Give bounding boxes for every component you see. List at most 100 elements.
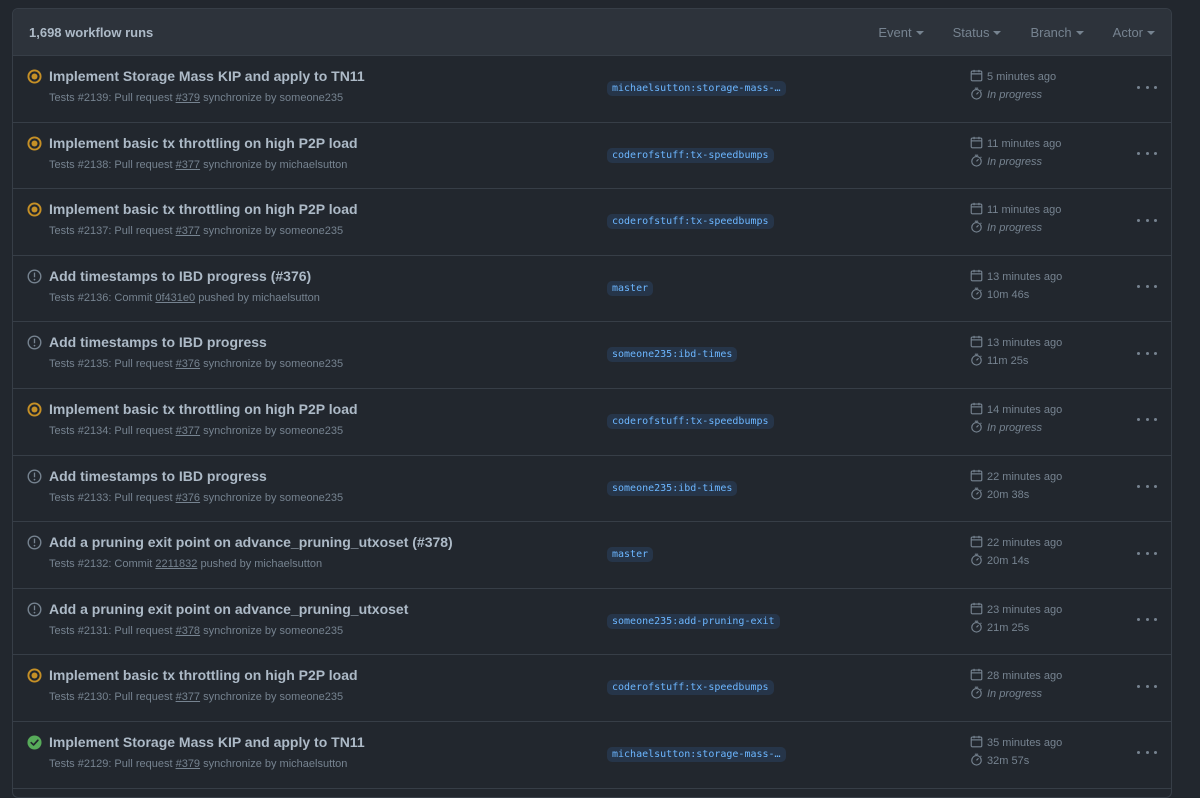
branch-label[interactable]: someone235:add-pruning-exit bbox=[607, 613, 780, 629]
run-duration: 20m 14s bbox=[987, 555, 1030, 568]
run-ref-link[interactable]: #377 bbox=[176, 425, 200, 437]
more-options-icon[interactable] bbox=[1137, 346, 1157, 360]
in-progress-icon bbox=[27, 136, 42, 151]
run-title[interactable]: Implement basic tx throttling on high P2… bbox=[49, 667, 358, 683]
alert-circle-icon bbox=[27, 602, 42, 617]
run-subline: Tests #2129: Pull request #379 synchroni… bbox=[49, 758, 347, 770]
run-duration: 21m 25s bbox=[987, 621, 1030, 634]
run-row[interactable]: Add timestamps to IBD progress Tests #213… bbox=[13, 322, 1171, 389]
run-title[interactable]: Add timestamps to IBD progress bbox=[49, 468, 267, 484]
more-options-icon[interactable] bbox=[1137, 280, 1157, 294]
stopwatch-icon bbox=[970, 620, 987, 636]
run-prefix: Tests #2132: Commit bbox=[49, 558, 156, 571]
run-suffix: synchronize by someone235 bbox=[200, 691, 344, 704]
run-prefix: Tests #2136: Commit bbox=[49, 291, 156, 304]
branch-label[interactable]: someone235:ibd-times bbox=[607, 480, 738, 496]
more-options-icon[interactable] bbox=[1137, 413, 1157, 427]
more-options-icon[interactable] bbox=[1137, 147, 1157, 161]
branch-label[interactable]: michaelsutton:storage-mass-… bbox=[607, 81, 786, 96]
branch-label[interactable]: coderofstuff:tx-speedbumps bbox=[607, 214, 774, 230]
run-title[interactable]: Add a pruning exit point on advance_prun… bbox=[49, 534, 453, 550]
more-options-icon[interactable] bbox=[1137, 546, 1157, 560]
run-row[interactable]: Add timestamps to IBD progress (#376) Tes… bbox=[13, 256, 1171, 323]
more-options-icon[interactable] bbox=[1137, 480, 1157, 494]
run-ref-link[interactable]: #377 bbox=[176, 691, 200, 703]
run-prefix: Tests #2139: Pull request bbox=[49, 92, 176, 104]
run-title[interactable]: Implement basic tx throttling on high P2… bbox=[49, 201, 358, 217]
run-title[interactable]: Implement basic tx throttling on high P2… bbox=[49, 135, 358, 151]
filter-branch[interactable]: Branch bbox=[1030, 25, 1084, 40]
run-title[interactable]: Add timestamps to IBD progress (#376) bbox=[49, 268, 311, 284]
filter-status[interactable]: Status bbox=[953, 25, 1002, 40]
branch-label[interactable]: someone235:ibd-times bbox=[607, 347, 738, 363]
run-row[interactable]: Implement basic tx throttling on high P2… bbox=[13, 123, 1171, 190]
more-options-icon[interactable] bbox=[1137, 80, 1157, 94]
run-row[interactable]: Implement basic tx throttling on high P2… bbox=[13, 189, 1171, 256]
run-ref-link[interactable]: #377 bbox=[176, 225, 200, 237]
run-title[interactable]: Add timestamps to IBD progress bbox=[49, 334, 267, 350]
branch-label[interactable]: master bbox=[607, 547, 654, 563]
run-time: 11 minutes ago bbox=[987, 137, 1062, 150]
run-time: 13 minutes ago bbox=[987, 337, 1063, 350]
run-row[interactable]: Add a pruning exit point on advance_prun… bbox=[13, 589, 1171, 656]
run-title[interactable]: Implement basic tx throttling on high P2… bbox=[49, 401, 358, 417]
run-subline: Tests #2136: Commit 0f431e0 pushed by mi… bbox=[49, 292, 320, 304]
filter-actor[interactable]: Actor bbox=[1113, 25, 1155, 40]
run-row[interactable]: Implement basic tx throttling on high P2… bbox=[13, 655, 1171, 722]
branch-label[interactable]: michaelsutton:storage-mass-… bbox=[607, 746, 786, 762]
run-suffix: synchronize by someone235 bbox=[200, 92, 344, 104]
run-time: 13 minutes ago bbox=[987, 270, 1063, 283]
run-ref-link[interactable]: #379 bbox=[176, 758, 200, 770]
filter-event[interactable]: Event bbox=[878, 25, 924, 40]
run-ref-link[interactable]: 0f431e0 bbox=[155, 292, 195, 304]
more-options-icon[interactable] bbox=[1137, 679, 1157, 693]
caret-down-icon bbox=[1075, 30, 1084, 35]
run-time: 28 minutes ago bbox=[987, 670, 1063, 683]
more-options-icon[interactable] bbox=[1137, 213, 1157, 227]
run-meta: 23 minutes ago 21m 25s bbox=[970, 601, 1062, 637]
run-ref-link[interactable]: #378 bbox=[176, 625, 200, 637]
branch-label[interactable]: coderofstuff:tx-speedbumps bbox=[607, 680, 774, 696]
more-options-icon[interactable] bbox=[1137, 746, 1157, 760]
run-suffix: synchronize by someone235 bbox=[200, 624, 344, 637]
more-options-icon[interactable] bbox=[1137, 613, 1157, 627]
branch-label[interactable]: master bbox=[607, 280, 654, 296]
run-ref-link[interactable]: #379 bbox=[176, 92, 200, 104]
run-prefix: Tests #2129: Pull request bbox=[49, 757, 176, 770]
run-ref-link[interactable]: #376 bbox=[176, 358, 200, 370]
run-subline: Tests #2131: Pull request #378 synchroni… bbox=[49, 625, 343, 637]
run-row[interactable]: Implement basic tx throttling on high P2… bbox=[13, 389, 1171, 456]
calendar-icon bbox=[970, 202, 987, 218]
runs-header: 1,698 workflow runs Event Status Branch … bbox=[13, 9, 1171, 56]
run-suffix: synchronize by michaelsutton bbox=[200, 757, 348, 770]
stopwatch-icon bbox=[970, 753, 987, 769]
branch-label[interactable]: coderofstuff:tx-speedbumps bbox=[607, 413, 774, 429]
run-subline: Tests #2138: Pull request #377 synchroni… bbox=[49, 159, 347, 171]
run-title[interactable]: Implement Storage Mass KIP and apply to … bbox=[49, 734, 365, 750]
run-row[interactable]: Add timestamps to IBD progress Tests #213… bbox=[13, 456, 1171, 523]
run-row[interactable]: Add a pruning exit point on advance_prun… bbox=[13, 522, 1171, 589]
stopwatch-icon bbox=[970, 553, 987, 569]
run-count: 1,698 workflow runs bbox=[29, 24, 154, 40]
run-meta: 35 minutes ago 32m 57s bbox=[970, 734, 1062, 770]
run-ref-link[interactable]: #377 bbox=[176, 159, 200, 171]
calendar-icon bbox=[970, 69, 987, 85]
run-prefix: Tests #2135: Pull request bbox=[49, 358, 176, 371]
stopwatch-icon bbox=[970, 154, 987, 170]
run-row[interactable]: Implement Storage Mass KIP and apply to … bbox=[13, 56, 1171, 123]
run-duration: 20m 38s bbox=[987, 488, 1030, 501]
runs-list: Implement Storage Mass KIP and apply to … bbox=[13, 56, 1171, 789]
run-ref-link[interactable]: #376 bbox=[176, 492, 200, 504]
alert-circle-icon bbox=[27, 269, 42, 284]
run-duration: In progress bbox=[987, 222, 1043, 235]
run-ref-link[interactable]: 2211832 bbox=[155, 558, 197, 570]
run-title[interactable]: Add a pruning exit point on advance_prun… bbox=[49, 601, 408, 617]
run-time: 35 minutes ago bbox=[987, 736, 1063, 749]
run-meta: 13 minutes ago 10m 46s bbox=[970, 268, 1062, 304]
in-progress-icon bbox=[27, 69, 42, 84]
branch-label[interactable]: coderofstuff:tx-speedbumps bbox=[607, 147, 774, 163]
run-suffix: synchronize by someone235 bbox=[200, 358, 344, 371]
calendar-icon bbox=[970, 136, 987, 152]
run-title[interactable]: Implement Storage Mass KIP and apply to … bbox=[49, 68, 365, 84]
calendar-icon bbox=[970, 602, 987, 618]
